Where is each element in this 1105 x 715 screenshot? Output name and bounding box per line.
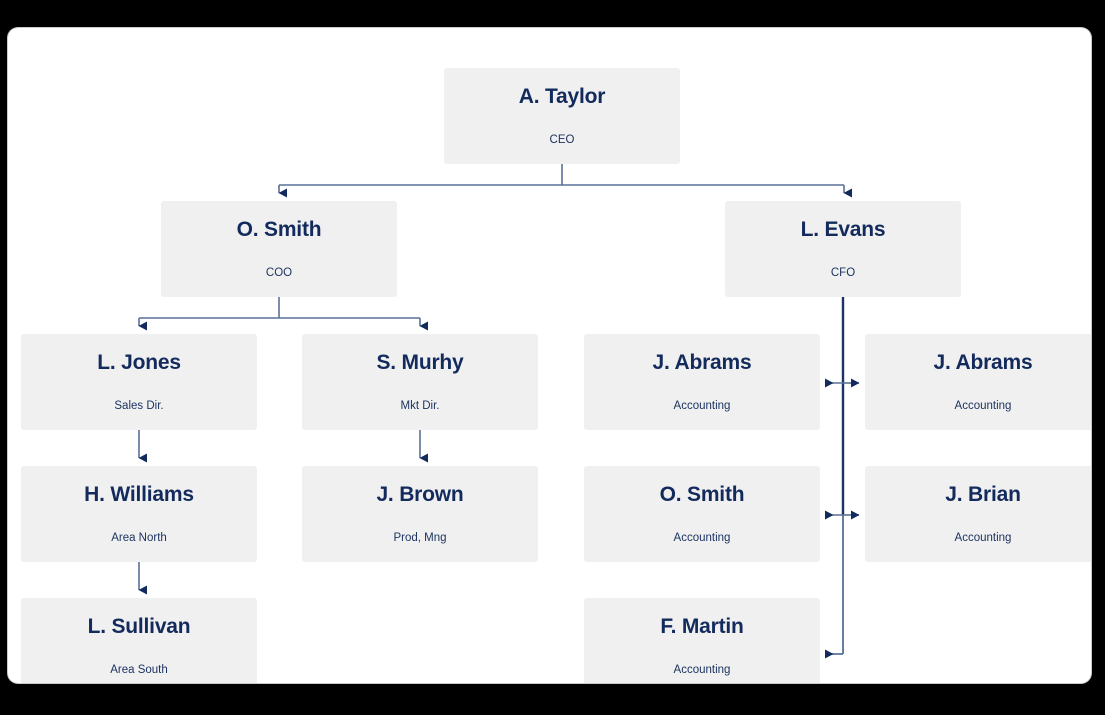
node-title: Accounting (673, 399, 731, 412)
org-chart-canvas: A. Taylor CEO O. Smith COO L. Evans CFO … (0, 0, 1105, 715)
node-name: L. Evans (800, 217, 886, 241)
node-area-north[interactable]: H. Williams Area North (21, 466, 257, 562)
node-name: J. Abrams (933, 350, 1033, 374)
node-name: J. Brian (945, 482, 1021, 506)
node-title: Area North (111, 531, 167, 544)
node-title: Accounting (954, 531, 1012, 544)
node-title: Area South (110, 663, 168, 676)
node-name: J. Brown (376, 482, 464, 506)
node-name: L. Sullivan (87, 614, 191, 638)
node-name: A. Taylor (518, 84, 606, 108)
node-area-south[interactable]: L. Sullivan Area South (21, 598, 257, 683)
node-title: COO (265, 266, 293, 279)
node-name: H. Williams (84, 482, 194, 506)
node-title: Accounting (673, 531, 731, 544)
node-coo[interactable]: O. Smith COO (161, 201, 397, 297)
chart-card: A. Taylor CEO O. Smith COO L. Evans CFO … (8, 28, 1091, 683)
node-name: O. Smith (659, 482, 745, 506)
node-name: S. Murhy (376, 350, 464, 374)
node-accounting-4[interactable]: J. Brian Accounting (865, 466, 1091, 562)
node-title: Accounting (954, 399, 1012, 412)
node-prod-mng[interactable]: J. Brown Prod, Mng (302, 466, 538, 562)
node-title: Prod, Mng (393, 531, 447, 544)
node-ceo[interactable]: A. Taylor CEO (444, 68, 680, 164)
node-accounting-3[interactable]: O. Smith Accounting (584, 466, 820, 562)
node-sales-dir[interactable]: L. Jones Sales Dir. (21, 334, 257, 430)
node-title: CFO (830, 266, 856, 279)
node-title: CEO (549, 133, 575, 146)
node-cfo[interactable]: L. Evans CFO (725, 201, 961, 297)
node-mkt-dir[interactable]: S. Murhy Mkt Dir. (302, 334, 538, 430)
node-name: F. Martin (660, 614, 744, 638)
node-accounting-5[interactable]: F. Martin Accounting (584, 598, 820, 683)
node-title: Mkt Dir. (400, 399, 440, 412)
node-accounting-1[interactable]: J. Abrams Accounting (584, 334, 820, 430)
node-accounting-2[interactable]: J. Abrams Accounting (865, 334, 1091, 430)
node-title: Accounting (673, 663, 731, 676)
node-title: Sales Dir. (114, 399, 164, 412)
node-name: L. Jones (97, 350, 181, 374)
node-name: J. Abrams (652, 350, 752, 374)
node-name: O. Smith (236, 217, 322, 241)
